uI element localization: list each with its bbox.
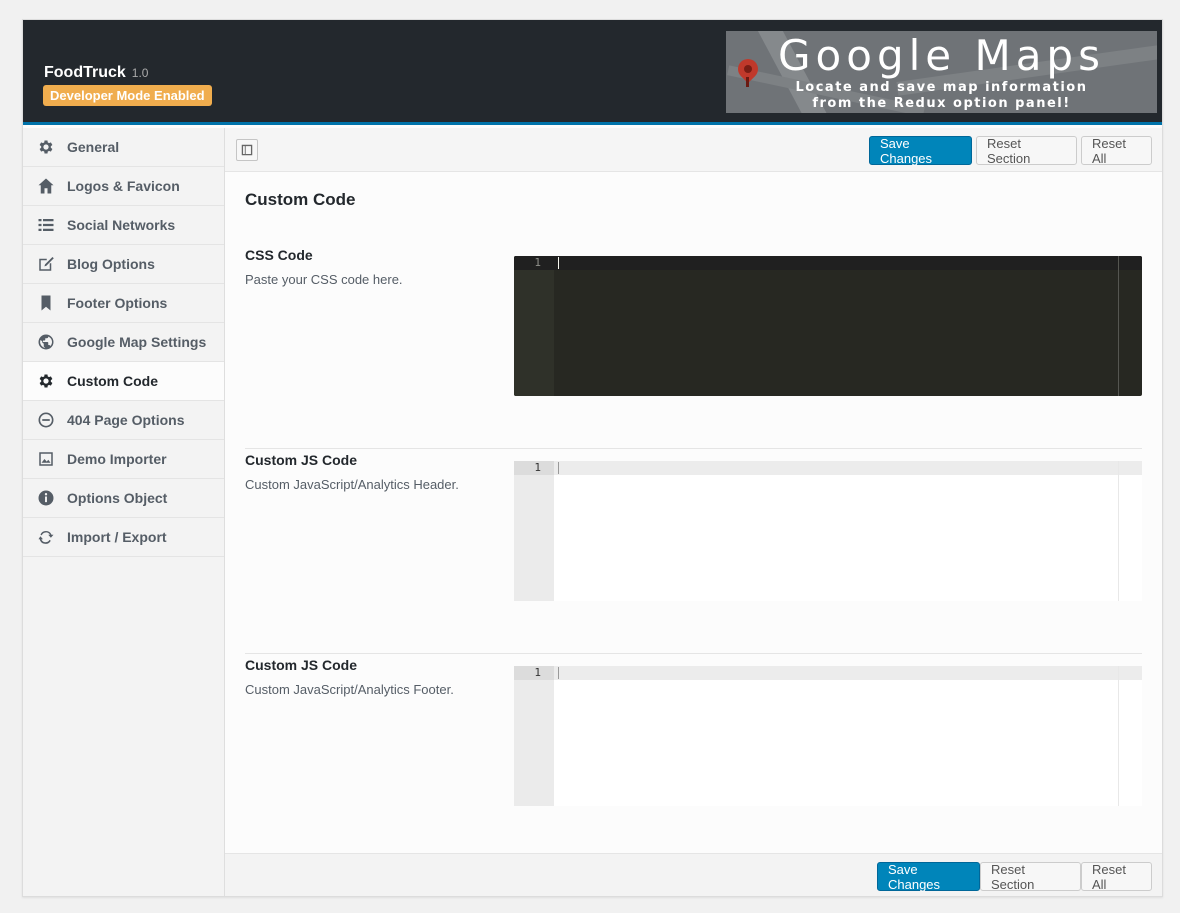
- field-divider: [245, 653, 1142, 654]
- custom-js-footer-editor[interactable]: 1: [514, 666, 1142, 806]
- save-changes-button[interactable]: Save Changes: [877, 862, 980, 892]
- bottom-toolbar: Save Changes Reset Section Reset All: [225, 853, 1162, 896]
- sidebar-item-label: Demo Importer: [67, 451, 167, 467]
- sidebar-item-label: Import / Export: [67, 529, 167, 545]
- gear-icon: [36, 371, 56, 391]
- sidebar-item-custom-code[interactable]: Custom Code: [23, 362, 224, 401]
- sidebar-item-demo-importer[interactable]: Demo Importer: [23, 440, 224, 479]
- css-code-editor[interactable]: 1: [514, 256, 1142, 396]
- editor-gutter: [514, 461, 554, 601]
- banner-subtitle: Locate and save map information: [795, 80, 1088, 95]
- sidebar-item-label: Options Object: [67, 490, 168, 506]
- reset-section-button[interactable]: Reset Section: [980, 862, 1081, 892]
- sidebar-item-label: Footer Options: [67, 295, 168, 311]
- main-content: Custom Code CSS Code Paste your CSS code…: [225, 173, 1162, 853]
- sidebar-item-blog-options[interactable]: Blog Options: [23, 245, 224, 284]
- sidebar-item-google-map-settings[interactable]: Google Map Settings: [23, 323, 224, 362]
- options-panel: FoodTruck 1.0 Developer Mode Enabled Goog…: [22, 19, 1163, 897]
- sidebar-item-label: Logos & Favicon: [67, 178, 180, 194]
- reset-section-button[interactable]: Reset Section: [976, 136, 1077, 166]
- field-divider: [245, 448, 1142, 449]
- editor-cursor: [558, 462, 559, 474]
- sidebar-item-logos-favicon[interactable]: Logos & Favicon: [23, 167, 224, 206]
- editor-cursor: [558, 257, 559, 269]
- gear-icon: [36, 137, 56, 157]
- refresh-icon: [36, 527, 56, 547]
- sidebar-item-label: Google Map Settings: [67, 334, 207, 350]
- line-number: 1: [514, 666, 554, 680]
- editor-print-margin: [1118, 461, 1119, 601]
- sidebar-item-import-export[interactable]: Import / Export: [23, 518, 224, 557]
- google-maps-banner[interactable]: Google Maps Locate and save map informat…: [726, 31, 1157, 113]
- minus-circle-icon: [36, 410, 56, 430]
- expand-options-icon[interactable]: [236, 139, 258, 161]
- globe-icon: [36, 332, 56, 352]
- home-icon: [36, 176, 56, 196]
- editor-gutter: [514, 666, 554, 806]
- sidebar: General Logos & Favicon Social Networks …: [23, 128, 225, 896]
- edit-icon: [36, 254, 56, 274]
- app-name: FoodTruck: [44, 64, 126, 81]
- dev-mode-badge: Developer Mode Enabled: [43, 85, 212, 106]
- editor-print-margin: [1118, 666, 1119, 806]
- line-number: 1: [514, 461, 554, 475]
- sidebar-item-social-networks[interactable]: Social Networks: [23, 206, 224, 245]
- editor-print-margin: [1118, 256, 1119, 396]
- custom-js-header-editor[interactable]: 1: [514, 461, 1142, 601]
- info-icon: [36, 488, 56, 508]
- sidebar-item-label: Custom Code: [67, 373, 158, 389]
- sidebar-item-label: Blog Options: [67, 256, 155, 272]
- editor-active-line: [554, 461, 1142, 475]
- top-toolbar: Save Changes Reset Section Reset All: [225, 128, 1162, 172]
- reset-all-button[interactable]: Reset All: [1081, 862, 1152, 892]
- app-version: 1.0: [131, 66, 149, 80]
- reset-all-button[interactable]: Reset All: [1081, 136, 1152, 166]
- sidebar-item-options-object[interactable]: Options Object: [23, 479, 224, 518]
- sidebar-item-general[interactable]: General: [23, 128, 224, 167]
- save-changes-button[interactable]: Save Changes: [869, 136, 972, 166]
- line-number: 1: [514, 256, 554, 270]
- editor-active-line: [554, 256, 1142, 270]
- editor-gutter: [514, 256, 554, 396]
- section-title: Custom Code: [245, 190, 356, 209]
- list-icon: [36, 215, 56, 235]
- sidebar-item-footer-options[interactable]: Footer Options: [23, 284, 224, 323]
- panel-header: FoodTruck 1.0 Developer Mode Enabled Goog…: [23, 20, 1162, 125]
- editor-cursor: [558, 667, 559, 679]
- sidebar-item-label: Social Networks: [67, 217, 176, 233]
- sidebar-item-404-page-options[interactable]: 404 Page Options: [23, 401, 224, 440]
- sidebar-item-label: General: [67, 139, 120, 155]
- editor-active-line: [554, 666, 1142, 680]
- banner-subtitle: from the Redux option panel!: [812, 96, 1071, 111]
- bookmark-icon: [36, 293, 56, 313]
- brand: FoodTruck 1.0: [44, 64, 148, 82]
- sidebar-item-label: 404 Page Options: [67, 412, 185, 428]
- banner-title: Google Maps: [778, 31, 1105, 80]
- image-icon: [36, 449, 56, 469]
